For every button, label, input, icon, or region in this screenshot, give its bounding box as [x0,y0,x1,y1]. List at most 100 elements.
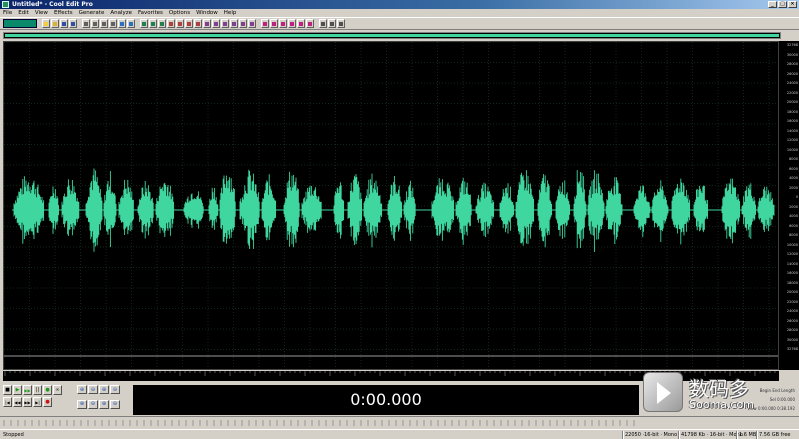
record-button[interactable]: ● [43,397,52,407]
menu-view[interactable]: View [35,9,48,17]
echo-icon[interactable] [230,19,238,28]
overview-bar[interactable] [3,32,781,39]
waveform-path [13,168,775,252]
multitrack-toggle-button[interactable] [3,19,37,28]
go-to-start-button[interactable]: |◀ [3,397,12,407]
new-file-icon[interactable] [42,19,50,28]
loop-button[interactable]: ∞ [53,385,62,395]
waveform-svg [4,42,778,369]
help-icon[interactable] [328,19,336,28]
toolbar [0,17,799,30]
zoom-left-icon[interactable]: ⊕ [77,399,87,409]
select-tool-icon[interactable] [140,19,148,28]
menu-window[interactable]: Window [196,9,218,17]
redo-icon[interactable] [127,19,135,28]
normalize-icon[interactable] [176,19,184,28]
undo-icon[interactable] [118,19,126,28]
zoom-in-vertical-icon[interactable]: ⊕ [99,399,109,409]
statistics-icon[interactable] [288,19,296,28]
watermark-logo-icon [643,372,683,412]
amplitude-tick-label: 20000 [786,290,798,294]
amplitude-tick-label: 14000 [786,261,798,266]
amplitude-tick-label: 18000 [786,280,798,285]
amplitude-tick-label: 8000 [789,233,798,237]
go-to-end-button[interactable]: ▶| [33,397,42,407]
amplitude-tick-label: 8000 [789,157,798,161]
stop-button[interactable]: ■ [3,385,12,395]
save-as-icon[interactable] [69,19,77,28]
paste-icon[interactable] [100,19,108,28]
frequency-analysis-icon[interactable] [279,19,287,28]
pitch-icon[interactable] [248,19,256,28]
menu-file[interactable]: File [3,9,12,17]
mix-paste-icon[interactable] [109,19,117,28]
amplitude-tick-label: 22000 [786,90,798,95]
amplitude-tick-label: 10000 [786,242,798,247]
amplitude-tick-label: 32768 [786,43,798,47]
zoom-out-vertical-icon[interactable]: ⊖ [110,399,120,409]
waveform-view-icon[interactable] [270,19,278,28]
silence-icon[interactable] [158,19,166,28]
level-meter-svg [3,420,635,426]
window-title: Untitled* - Cool Edit Pro [12,1,93,8]
minimize-button[interactable]: _ [768,1,777,8]
pause-button[interactable]: || [33,385,42,395]
zoom-in-horizontal-icon[interactable]: ⊕ [77,385,87,394]
cue-list-icon[interactable] [297,19,305,28]
zoom-right-icon[interactable]: ⊖ [88,399,98,409]
menu-effects[interactable]: Effects [54,9,73,17]
free-space: 1.6 MB [739,432,757,438]
menu-options[interactable]: Options [169,9,190,17]
amplitude-tick-label: 6000 [789,223,798,228]
amplitude-tick-label: 30000 [786,52,798,57]
file-size: 41798 Kb · 16-bit · Mono [681,432,743,438]
trim-icon[interactable] [149,19,157,28]
amplitude-tick-label: 16000 [786,119,798,123]
noise-reduction-icon[interactable] [203,19,211,28]
menu-generate[interactable]: Generate [79,9,105,17]
amplitude-tick-label: 2000 [789,185,798,190]
amplitude-tick-label: 24000 [786,309,798,313]
amplitude-tick-label: 28000 [786,328,798,332]
window-controls: _ □ × [768,1,797,8]
open-file-icon[interactable] [51,19,59,28]
fast-forward-button[interactable]: ▶▶ [23,397,32,407]
amplitude-tick-label: 6000 [789,166,798,171]
fade-icon[interactable] [185,19,193,28]
menu-help[interactable]: Help [224,9,237,17]
zoom-out-horizontal-icon[interactable]: ⊖ [88,385,98,394]
play-list-icon[interactable] [306,19,314,28]
menu-favorites[interactable]: Favorites [138,9,163,17]
overview-range[interactable] [5,34,779,37]
close-button[interactable]: × [788,1,797,8]
zoom-out-full-icon[interactable]: ⊕ [99,385,109,394]
envelope-icon[interactable] [194,19,202,28]
record-mode-button[interactable]: ● [43,385,52,395]
zoom-selection-icon[interactable]: ⊖ [110,385,120,394]
title-bar: Untitled* - Cool Edit Pro _ □ × [0,0,799,9]
amplitude-tick-label: 30000 [786,337,798,342]
rewind-button[interactable]: ◀◀ [13,397,22,407]
amplitude-tick-label: 2000 [789,204,798,209]
graphic-eq-icon[interactable] [212,19,220,28]
menu-edit[interactable]: Edit [18,9,29,17]
maximize-button[interactable]: □ [778,1,787,8]
watermark-url: Sooma.com [689,398,754,411]
copy-icon[interactable] [91,19,99,28]
amplify-icon[interactable] [167,19,175,28]
status-bar: Stopped 22050 ·16-bit · Mono 41798 Kb · … [0,429,799,439]
play-to-end-button[interactable]: ▶▶ [23,385,32,395]
context-help-icon[interactable] [337,19,345,28]
reverb-icon[interactable] [221,19,229,28]
spectral-view-icon[interactable] [261,19,269,28]
waveform-display[interactable] [3,41,779,370]
amplitude-ruler: 32768 30000 28000 26000 24000 22000 20000 18000… [779,41,799,370]
amplitude-tick-label: 28000 [786,62,798,66]
play-button[interactable]: ▶ [13,385,22,395]
settings-icon[interactable] [319,19,327,28]
menu-analyze[interactable]: Analyze [110,9,132,17]
cut-icon[interactable] [82,19,90,28]
delay-icon[interactable] [239,19,247,28]
save-icon[interactable] [60,19,68,28]
transport-controls: ■ ▶ ▶▶ || ● ∞ |◀ ◀◀ ▶▶ ▶| ● [3,385,67,413]
